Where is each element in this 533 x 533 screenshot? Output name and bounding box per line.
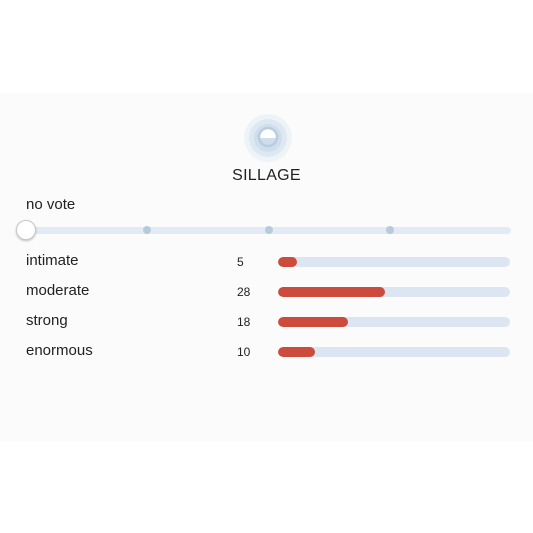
rating-label: moderate xyxy=(26,282,90,299)
rating-bar-fill xyxy=(278,317,348,327)
rating-bar-track xyxy=(278,287,510,297)
rating-bar-track xyxy=(278,257,510,267)
rating-count: 18 xyxy=(237,315,251,329)
rating-label: strong xyxy=(26,312,68,329)
rating-count: 5 xyxy=(237,255,244,269)
slider-tick[interactable] xyxy=(385,226,394,234)
rating-bar-fill xyxy=(278,347,316,357)
rating-bar-fill xyxy=(278,257,297,267)
slider-tick[interactable] xyxy=(143,226,152,234)
vote-status-label: no vote xyxy=(26,196,76,213)
sillage-icon xyxy=(243,113,293,163)
slider-thumb[interactable] xyxy=(16,220,36,240)
rating-row-strong: strong 18 xyxy=(0,311,533,331)
rating-row-intimate: intimate 5 xyxy=(0,251,533,271)
rating-bar-fill xyxy=(278,287,385,297)
rating-row-moderate: moderate 28 xyxy=(0,281,533,301)
section-title: SILLAGE xyxy=(232,167,301,184)
rating-label: intimate xyxy=(26,252,79,269)
rating-bar-track xyxy=(278,347,510,357)
slider-tick[interactable] xyxy=(264,226,273,234)
sillage-vote-slider[interactable] xyxy=(16,220,511,240)
rating-bar-track xyxy=(278,317,510,327)
rating-label: enormous xyxy=(26,342,93,359)
rating-row-enormous: enormous 10 xyxy=(0,341,533,361)
rating-count: 10 xyxy=(237,345,251,359)
rating-count: 28 xyxy=(237,285,251,299)
